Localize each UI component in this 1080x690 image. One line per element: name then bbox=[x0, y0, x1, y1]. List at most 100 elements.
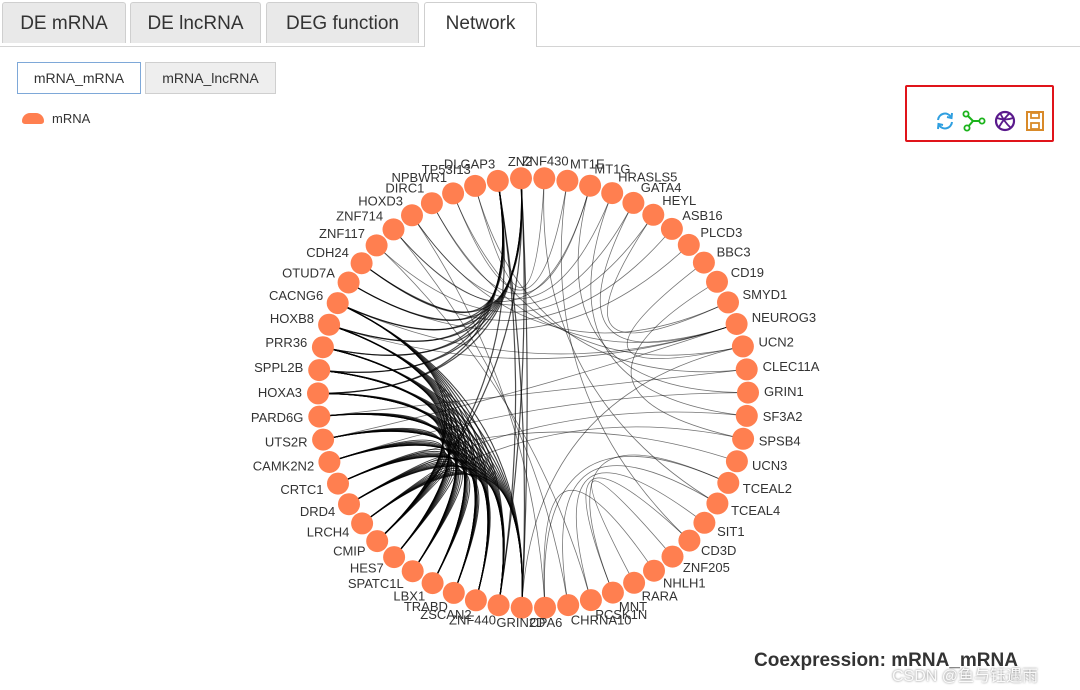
node-label: GRIN1 bbox=[764, 384, 804, 399]
node-lrch4[interactable] bbox=[351, 512, 374, 535]
node-dlgap3[interactable] bbox=[486, 169, 509, 192]
node-label: HES7 bbox=[350, 561, 384, 576]
network-edge bbox=[361, 228, 673, 321]
node-label: CD19 bbox=[731, 265, 764, 280]
node-crtc1[interactable] bbox=[327, 472, 349, 495]
node-spatc1l[interactable] bbox=[401, 560, 424, 583]
node-hoxb8[interactable] bbox=[318, 313, 341, 336]
node-znf205[interactable] bbox=[661, 545, 684, 568]
graph-layout-icon[interactable] bbox=[962, 109, 986, 133]
node-mt1g[interactable] bbox=[579, 174, 602, 197]
node-hoxd3[interactable] bbox=[401, 204, 423, 227]
node-asb16[interactable] bbox=[660, 217, 683, 240]
node-cmip[interactable] bbox=[366, 530, 389, 553]
node-label: ZNF117 bbox=[319, 226, 365, 241]
node-label: PRR36 bbox=[265, 335, 307, 350]
node-cd3d[interactable] bbox=[678, 529, 701, 552]
node-label: PLCD3 bbox=[700, 225, 742, 240]
network-edge bbox=[497, 180, 517, 606]
node-spsb4[interactable] bbox=[732, 427, 755, 450]
node-smyd1[interactable] bbox=[717, 291, 739, 314]
network-edge bbox=[319, 369, 747, 417]
node-nhlh1[interactable] bbox=[643, 559, 665, 582]
node-label: DLGAP3 bbox=[444, 157, 495, 172]
node-label: UCN3 bbox=[752, 458, 787, 473]
node-label: SPSB4 bbox=[759, 434, 801, 449]
node-camk2n2[interactable] bbox=[318, 451, 341, 473]
node-label: SPPL2B bbox=[254, 360, 303, 375]
node-label: CD3D bbox=[701, 543, 736, 558]
node-hoxa3[interactable] bbox=[307, 382, 329, 405]
node-cacng6[interactable] bbox=[326, 292, 349, 315]
node-clec11a[interactable] bbox=[735, 358, 758, 381]
node-hes7[interactable] bbox=[383, 546, 406, 569]
node-label: HOXD3 bbox=[358, 193, 403, 208]
save-image-icon[interactable] bbox=[1023, 109, 1047, 133]
network-edge bbox=[337, 302, 737, 355]
node-tceal4[interactable] bbox=[706, 492, 729, 515]
node-pard6g[interactable] bbox=[308, 405, 331, 428]
node-label: GRIN2D bbox=[496, 615, 545, 630]
network-edge bbox=[393, 202, 634, 306]
node-label: CDH24 bbox=[306, 245, 349, 260]
node-sppl2b[interactable] bbox=[308, 359, 331, 382]
chord-view-icon[interactable] bbox=[993, 109, 1017, 133]
node-gata4[interactable] bbox=[622, 191, 645, 214]
node-sf3a2[interactable] bbox=[735, 404, 758, 427]
node-label: PARD6G bbox=[251, 410, 304, 425]
node-label: LBX1 bbox=[393, 589, 425, 604]
node-neurog3[interactable] bbox=[725, 313, 748, 335]
node-label: CHRNA10 bbox=[571, 612, 632, 627]
node-label: SIT1 bbox=[717, 524, 744, 539]
node-label: NEUROG3 bbox=[752, 310, 816, 325]
node-label: SF3A2 bbox=[763, 409, 803, 424]
node-znf430[interactable] bbox=[533, 167, 556, 190]
node-npbwr1[interactable] bbox=[442, 182, 465, 205]
node-label: SMYD1 bbox=[743, 287, 788, 302]
node-sit1[interactable] bbox=[693, 511, 716, 534]
node-label: UTS2R bbox=[265, 435, 308, 450]
refresh-icon[interactable] bbox=[933, 109, 957, 133]
node-uts2r[interactable] bbox=[312, 428, 335, 451]
node-prr36[interactable] bbox=[311, 336, 334, 359]
node-label: CLEC11A bbox=[763, 359, 820, 374]
node-bbc3[interactable] bbox=[692, 251, 715, 274]
node-label: CACNG6 bbox=[269, 288, 323, 303]
chart-legend[interactable]: mRNA bbox=[22, 108, 90, 128]
node-tp53i13[interactable] bbox=[464, 174, 487, 197]
node-label: LRCH4 bbox=[307, 525, 350, 540]
node-label: ZNF714 bbox=[336, 209, 383, 224]
legend-label: mRNA bbox=[52, 110, 91, 126]
node-label: SPATC1L bbox=[348, 576, 404, 591]
node-label: DRD4 bbox=[300, 504, 335, 519]
node-mt1e[interactable] bbox=[556, 169, 579, 192]
node-label: CRTC1 bbox=[280, 482, 323, 497]
node-heyl[interactable] bbox=[642, 203, 665, 226]
legend-swatch bbox=[22, 112, 44, 124]
node-ucn2[interactable] bbox=[731, 335, 754, 358]
node-label: BBC3 bbox=[717, 244, 751, 259]
node-plcd3[interactable] bbox=[677, 233, 700, 256]
node-otud7a[interactable] bbox=[337, 271, 360, 294]
node-znf714[interactable] bbox=[382, 218, 405, 241]
node-zn2[interactable] bbox=[510, 167, 532, 190]
node-drd4[interactable] bbox=[338, 493, 360, 516]
node-cd19[interactable] bbox=[706, 270, 728, 293]
node-label: TCEAL4 bbox=[731, 503, 780, 518]
toolbox bbox=[905, 85, 1054, 142]
node-label: CAMK2N2 bbox=[253, 459, 314, 474]
node-label: ASB16 bbox=[682, 208, 722, 223]
watermark: CSDN @鱼与钰遇雨 bbox=[892, 668, 1039, 685]
network-edge bbox=[361, 467, 463, 572]
node-grin1[interactable] bbox=[737, 381, 759, 404]
node-ucn3[interactable] bbox=[725, 450, 748, 473]
node-label: HOXA3 bbox=[258, 385, 302, 400]
node-cdh24[interactable] bbox=[350, 252, 373, 275]
node-label: UCN2 bbox=[759, 334, 794, 349]
node-hrasls5[interactable] bbox=[601, 182, 624, 205]
node-znf117[interactable] bbox=[365, 234, 388, 257]
node-group: ZNF430 MT1EMT1GHRASLS5GATA4HEYLASB16PLCD3… bbox=[251, 154, 820, 630]
node-label: ZN2 bbox=[508, 154, 533, 169]
node-label: CMIP bbox=[333, 544, 366, 559]
node-tceal2[interactable] bbox=[717, 471, 740, 494]
